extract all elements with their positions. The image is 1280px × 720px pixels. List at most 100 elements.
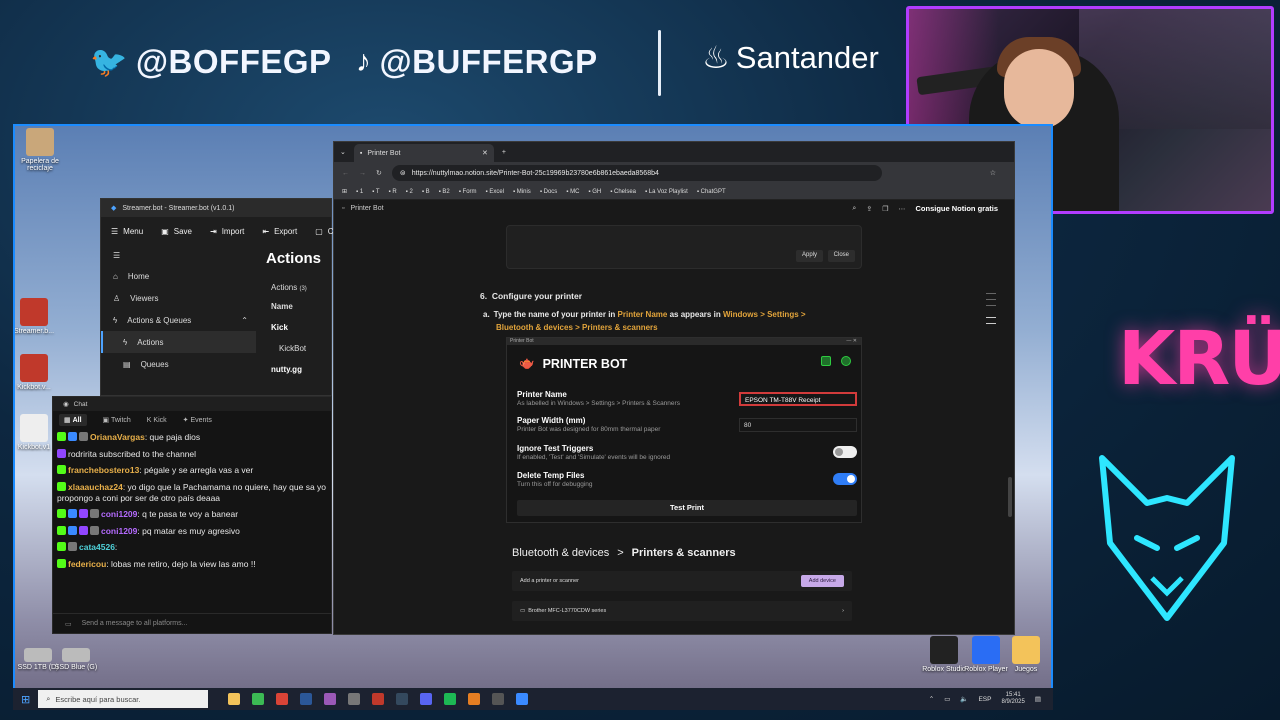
chevron-up-icon[interactable]: ⌃ [929, 695, 934, 703]
close-tab-icon[interactable]: ✕ [482, 149, 488, 157]
desktop-shortcut-streamerbot[interactable]: Streamer.b... [15, 298, 57, 335]
bookmark-item[interactable]: ▪ 1 [356, 189, 363, 195]
back-icon[interactable]: ← [342, 170, 349, 177]
close-button[interactable]: Close [827, 250, 855, 262]
chat-username[interactable]: franchebostero13 [68, 465, 139, 475]
bookmark-item[interactable]: ▪ Chelsea [610, 189, 636, 195]
bookmark-item[interactable]: ▪ T [372, 189, 379, 195]
table-row[interactable]: Kick [271, 323, 333, 332]
bookmark-item[interactable]: ▪ B2 [439, 189, 450, 195]
menu-button[interactable]: ☰ Menu [111, 227, 143, 236]
streamerbot-icon[interactable] [516, 693, 529, 705]
chat-username[interactable]: federicou [68, 559, 106, 569]
premiere-icon[interactable] [324, 693, 337, 705]
bookmark-item[interactable]: ▪ Excel [486, 189, 504, 195]
nav-queues[interactable]: ▤ Queues [101, 353, 256, 375]
table-row[interactable]: nutty.gg [271, 365, 333, 374]
more-options-icon[interactable]: ⋯ [899, 205, 906, 213]
address-bar[interactable]: ⊜ https://nuttylmao.notion.site/Printer-… [391, 165, 882, 181]
scrollbar[interactable] [1008, 477, 1012, 517]
chat-username[interactable]: OrianaVargas [90, 432, 145, 442]
new-tab-icon[interactable]: + [502, 149, 506, 156]
tab-all[interactable]: ▦ All [59, 414, 87, 426]
roblox-studio-shortcut[interactable]: Roblox Studio [921, 636, 967, 673]
chrome-icon[interactable] [276, 693, 289, 705]
apply-button[interactable]: Apply [795, 250, 823, 262]
bookmark-item[interactable]: ▪ Minis [513, 189, 531, 195]
spotify-icon[interactable] [444, 693, 457, 705]
get-notion-button[interactable]: Consigue Notion gratis [915, 204, 1006, 213]
bookmark-item[interactable]: ▪ ChatGPT [697, 189, 726, 195]
import-button[interactable]: ⇥ Import [210, 227, 244, 236]
notion-breadcrumb[interactable]: ▫ Printer Bot [342, 205, 384, 212]
apps-icon[interactable]: ⊞ [342, 188, 347, 195]
toc-marker [986, 323, 996, 324]
add-device-button[interactable]: Add device [800, 575, 844, 587]
forward-icon[interactable]: → [359, 170, 366, 177]
hamburger-icon[interactable]: ☰ [101, 245, 256, 265]
bookmark-item[interactable]: ▪ La Voz Playlist [645, 189, 688, 195]
table-row[interactable]: KickBot [279, 344, 333, 353]
column-header-name[interactable]: Name [271, 302, 333, 311]
share-icon[interactable]: ⇪ [866, 205, 872, 213]
nav-home[interactable]: ⌂ Home [101, 265, 256, 287]
chat-username[interactable]: coni1209 [101, 526, 137, 536]
browser-tab[interactable]: ▪ Printer Bot ✕ [353, 144, 494, 162]
nav-actions[interactable]: ϟ Actions [101, 331, 256, 353]
nav-viewers[interactable]: ♙ Viewers [101, 287, 256, 309]
bookmark-star-icon[interactable]: ☆ [990, 169, 996, 177]
explorer-icon[interactable] [228, 693, 241, 705]
duplicate-icon[interactable]: ❐ [882, 205, 888, 213]
bookmark-item[interactable]: ▪ B [422, 189, 430, 195]
volume-icon[interactable]: 🔈 [960, 695, 968, 703]
desktop-shortcut-kickbot[interactable]: Kickbot.v... [15, 354, 57, 391]
bookmark-item[interactable]: ▪ GH [588, 189, 601, 195]
search-icon[interactable]: ⌕ [852, 205, 856, 213]
printer-list-item[interactable]: ▭ Brother MFC-L3770CDW series › [512, 601, 852, 621]
test-print-button[interactable]: Test Print [517, 500, 857, 516]
toc-marker [986, 299, 996, 300]
chat-username[interactable]: xlaaauchaz24 [68, 482, 123, 492]
steam-icon[interactable] [396, 693, 409, 705]
delete-temp-toggle[interactable] [833, 473, 857, 485]
bookmark-item[interactable]: ▪ Form [459, 189, 477, 195]
tab-kick[interactable]: K Kick [147, 417, 167, 424]
desktop-shortcut-kickbot2[interactable]: Kickbot.v1 [15, 414, 57, 451]
ignore-test-toggle[interactable] [833, 446, 857, 458]
tab-menu-icon[interactable]: ⌄ [340, 148, 346, 156]
reload-icon[interactable]: ↻ [376, 169, 382, 177]
tab-events[interactable]: ✦ Events [183, 416, 212, 424]
chat-badge-icon [79, 432, 88, 441]
photoshop-icon[interactable] [300, 693, 313, 705]
xbox-icon[interactable] [252, 693, 265, 705]
app-icon[interactable] [492, 693, 505, 705]
windows-start-icon[interactable]: ⊞ [21, 693, 30, 706]
bookmark-item[interactable]: ▪ MC [566, 189, 579, 195]
bookmark-item[interactable]: ▪ R [389, 189, 397, 195]
discord-icon[interactable] [420, 693, 433, 705]
chat-username[interactable]: coni1209 [101, 509, 137, 519]
language-indicator[interactable]: ESP [978, 696, 991, 703]
recycle-bin[interactable]: Papelera de reciclaje [17, 128, 63, 172]
juegos-folder[interactable]: Juegos [1003, 636, 1049, 673]
more-button[interactable]: ▢ C [315, 227, 333, 236]
app-icon[interactable] [372, 693, 385, 705]
calculator-icon[interactable] [348, 693, 361, 705]
export-button[interactable]: ⇤ Export [262, 227, 297, 236]
clock[interactable]: 15:41 8/9/2025 [1001, 692, 1024, 705]
bookmark-item[interactable]: ▪ Docs [540, 189, 557, 195]
paper-width-input[interactable]: 80 [739, 418, 857, 432]
chat-badge-icon [90, 525, 99, 535]
obs-icon[interactable] [468, 693, 481, 705]
bookmark-item[interactable]: ▪ 2 [406, 189, 413, 195]
chat-input[interactable]: ▭ Send a message to all platforms... [53, 613, 331, 633]
notifications-icon[interactable]: ▤ [1035, 695, 1041, 703]
save-button[interactable]: ▣ Save [161, 227, 192, 236]
tab-twitch[interactable]: ▣ Twitch [103, 416, 131, 424]
network-icon[interactable]: ▭ [944, 695, 950, 703]
printer-name-input[interactable]: EPSON TM-T88V Receipt [739, 392, 857, 406]
taskbar-search[interactable]: ⌕ Escribe aquí para buscar. [38, 690, 209, 708]
drive-ssd2[interactable]: SSD Blue (G) [53, 648, 99, 671]
chat-username[interactable]: cata4526 [79, 542, 115, 552]
nav-actions-queues[interactable]: ϟ Actions & Queues ⌃ [101, 309, 256, 331]
